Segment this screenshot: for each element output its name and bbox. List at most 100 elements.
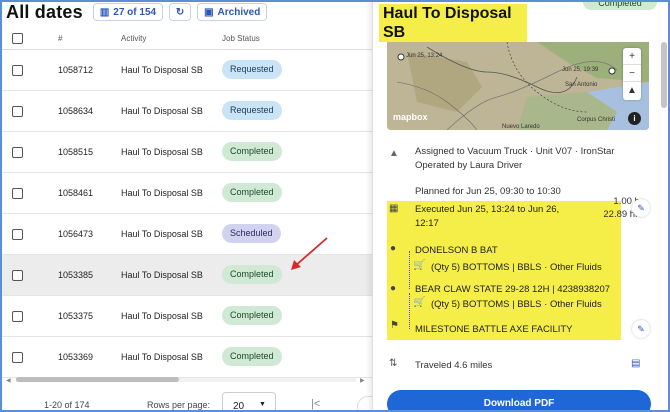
edit-stops-button[interactable]: ✎ — [632, 320, 650, 338]
row-checkbox[interactable] — [12, 270, 23, 281]
refresh-icon: ↻ — [175, 6, 185, 18]
cart-icon: 🛒 — [413, 260, 426, 271]
list-header: All dates ▥ 27 of 154 ↻ ▣ Archived — [6, 2, 273, 22]
chevron-down-icon: ▼ — [259, 401, 266, 408]
planned-time: Planned for Jun 25, 09:30 to 10:30 — [415, 186, 561, 197]
stop-2-detail: (Qty 5) BOTTOMS | BBLS · Other Fluids — [431, 299, 602, 310]
timeline-connector — [409, 251, 410, 289]
map-label-nuevo-laredo: Nuevo Laredo — [502, 124, 540, 130]
row-activity: Haul To Disposal SB — [121, 270, 203, 280]
row-job-number: 1058515 — [58, 147, 94, 157]
count-chip-label: 27 of 154 — [113, 6, 157, 18]
pencil-icon: ✎ — [637, 203, 645, 213]
location-pin-icon: ● — [390, 283, 397, 294]
table-row[interactable]: 1053375 Haul To Disposal SB Completed — [0, 296, 372, 337]
first-page-icon[interactable]: |< — [311, 398, 320, 410]
row-job-number: 1058461 — [58, 188, 94, 198]
jobs-list-panel: All dates ▥ 27 of 154 ↻ ▣ Archived # Act… — [0, 0, 372, 412]
status-badge: Completed — [583, 0, 657, 10]
row-activity: Haul To Disposal SB — [121, 106, 203, 116]
archived-chip-label: Archived — [217, 6, 261, 18]
vertical-scrollbar[interactable] — [661, 42, 667, 108]
row-activity: Haul To Disposal SB — [121, 352, 203, 362]
row-status-badge: Completed — [222, 142, 282, 161]
row-checkbox[interactable] — [12, 229, 23, 240]
location-pin-icon: ● — [390, 243, 397, 254]
red-arrow-annotation — [291, 237, 328, 270]
row-status-badge: Completed — [222, 183, 282, 202]
highlighted-timeline: ▦ Executed Jun 25, 13:24 to Jun 26, 12:1… — [387, 201, 621, 340]
row-checkbox[interactable] — [12, 311, 23, 322]
route-map[interactable]: Jun 25, 13:24 Jun 25, 19:39 San Antonio … — [387, 42, 649, 130]
scroll-left-icon[interactable]: ◀ — [6, 377, 11, 384]
scroll-right-icon[interactable]: ▶ — [360, 377, 365, 384]
column-header-activity[interactable]: Activity — [121, 34, 146, 43]
row-status-badge: Completed — [222, 265, 282, 284]
previous-page-button[interactable] — [357, 396, 372, 412]
row-activity: Haul To Disposal SB — [121, 188, 203, 198]
table-row[interactable]: 1058461 Haul To Disposal SB Completed — [0, 173, 372, 214]
map-zoom-controls: + − ▲ — [623, 48, 641, 100]
row-activity: Haul To Disposal SB — [121, 311, 203, 321]
row-job-number: 1056473 — [58, 229, 94, 239]
pencil-icon: ✎ — [637, 324, 645, 334]
count-chip[interactable]: ▥ 27 of 154 — [92, 3, 164, 21]
mapbox-logo: mapbox — [393, 112, 428, 122]
detail-title-line1: Haul To Disposal — [383, 5, 512, 22]
traveled-distance: Traveled 4.6 miles — [415, 360, 493, 371]
table-header: # Activity Job Status — [0, 28, 372, 50]
executed-time-line2: 12:17 — [415, 218, 439, 229]
rows-per-page-label: Rows per page: — [147, 400, 211, 410]
rows-per-page-value: 20 — [233, 401, 245, 412]
scroll-thumb[interactable] — [16, 377, 179, 382]
row-status-badge: Requested — [222, 60, 282, 79]
pagination-range: 1-20 of 174 — [44, 400, 90, 410]
pagination: 1-20 of 174 Rows per page: 20 ▼ |< — [0, 390, 372, 412]
map-icon[interactable]: ▤ — [631, 358, 640, 369]
select-all-checkbox[interactable] — [12, 33, 23, 44]
zoom-in-button[interactable]: + — [623, 48, 641, 65]
flag-icon: ⚑ — [390, 320, 399, 331]
row-activity: Haul To Disposal SB — [121, 229, 203, 239]
edit-executed-button[interactable]: ✎ — [632, 199, 650, 217]
table-row[interactable]: 1058634 Haul To Disposal SB Requested — [0, 91, 372, 132]
detail-title: Haul To Disposal SB — [379, 4, 527, 42]
assigned-to-text: Assigned to Vacuum Truck · Unit V07 · Ir… — [415, 146, 615, 157]
compass-icon[interactable]: ▲ — [623, 82, 641, 99]
column-header-number[interactable]: # — [58, 34, 62, 43]
calendar-icon: ▦ — [389, 203, 399, 214]
stop-2-name: BEAR CLAW STATE 29-28 12H | 4238938207 — [415, 284, 611, 295]
destination-name: MILESTONE BATTLE AXE FACILITY — [415, 324, 573, 335]
zoom-out-button[interactable]: − — [623, 65, 641, 82]
row-job-number: 1058712 — [58, 65, 94, 75]
table-row[interactable]: 1053369 Haul To Disposal SB Completed — [0, 337, 372, 378]
archived-filter-button[interactable]: ▣ Archived — [197, 3, 268, 21]
row-checkbox[interactable] — [12, 65, 23, 76]
row-job-number: 1053369 — [58, 352, 94, 362]
row-checkbox[interactable] — [12, 188, 23, 199]
map-info-icon[interactable]: i — [628, 112, 641, 125]
row-status-badge: Scheduled — [222, 224, 281, 243]
column-header-job-status[interactable]: Job Status — [222, 34, 260, 43]
row-activity: Haul To Disposal SB — [121, 65, 203, 75]
operated-by-text: Operated by Laura Driver — [415, 160, 523, 171]
table-row[interactable]: 1058712 Haul To Disposal SB Requested — [0, 50, 372, 91]
columns-icon: ▥ — [99, 6, 110, 18]
row-job-number: 1058634 — [58, 106, 94, 116]
row-checkbox[interactable] — [12, 106, 23, 117]
map-label-san-antonio: San Antonio — [565, 82, 598, 88]
download-pdf-button[interactable]: Download PDF — [387, 390, 651, 412]
map-label-corpus-christi: Corpus Christi — [577, 117, 616, 123]
row-checkbox[interactable] — [12, 147, 23, 158]
refresh-button[interactable]: ↻ — [169, 3, 192, 21]
navigation-arrow-icon: ▲ — [389, 148, 399, 159]
horizontal-scrollbar[interactable]: ◀ ▶ — [6, 377, 368, 384]
stop-1-name: DONELSON B BAT — [415, 245, 498, 256]
rows-per-page-select[interactable]: 20 ▼ — [222, 392, 276, 412]
executed-time-line1: Executed Jun 25, 13:24 to Jun 26, — [415, 204, 560, 215]
table-row[interactable]: 1058515 Haul To Disposal SB Completed — [0, 132, 372, 173]
row-job-number: 1053385 — [58, 270, 94, 280]
archive-icon: ▣ — [204, 6, 214, 18]
row-checkbox[interactable] — [12, 352, 23, 363]
detail-title-line2: SB — [383, 24, 406, 41]
